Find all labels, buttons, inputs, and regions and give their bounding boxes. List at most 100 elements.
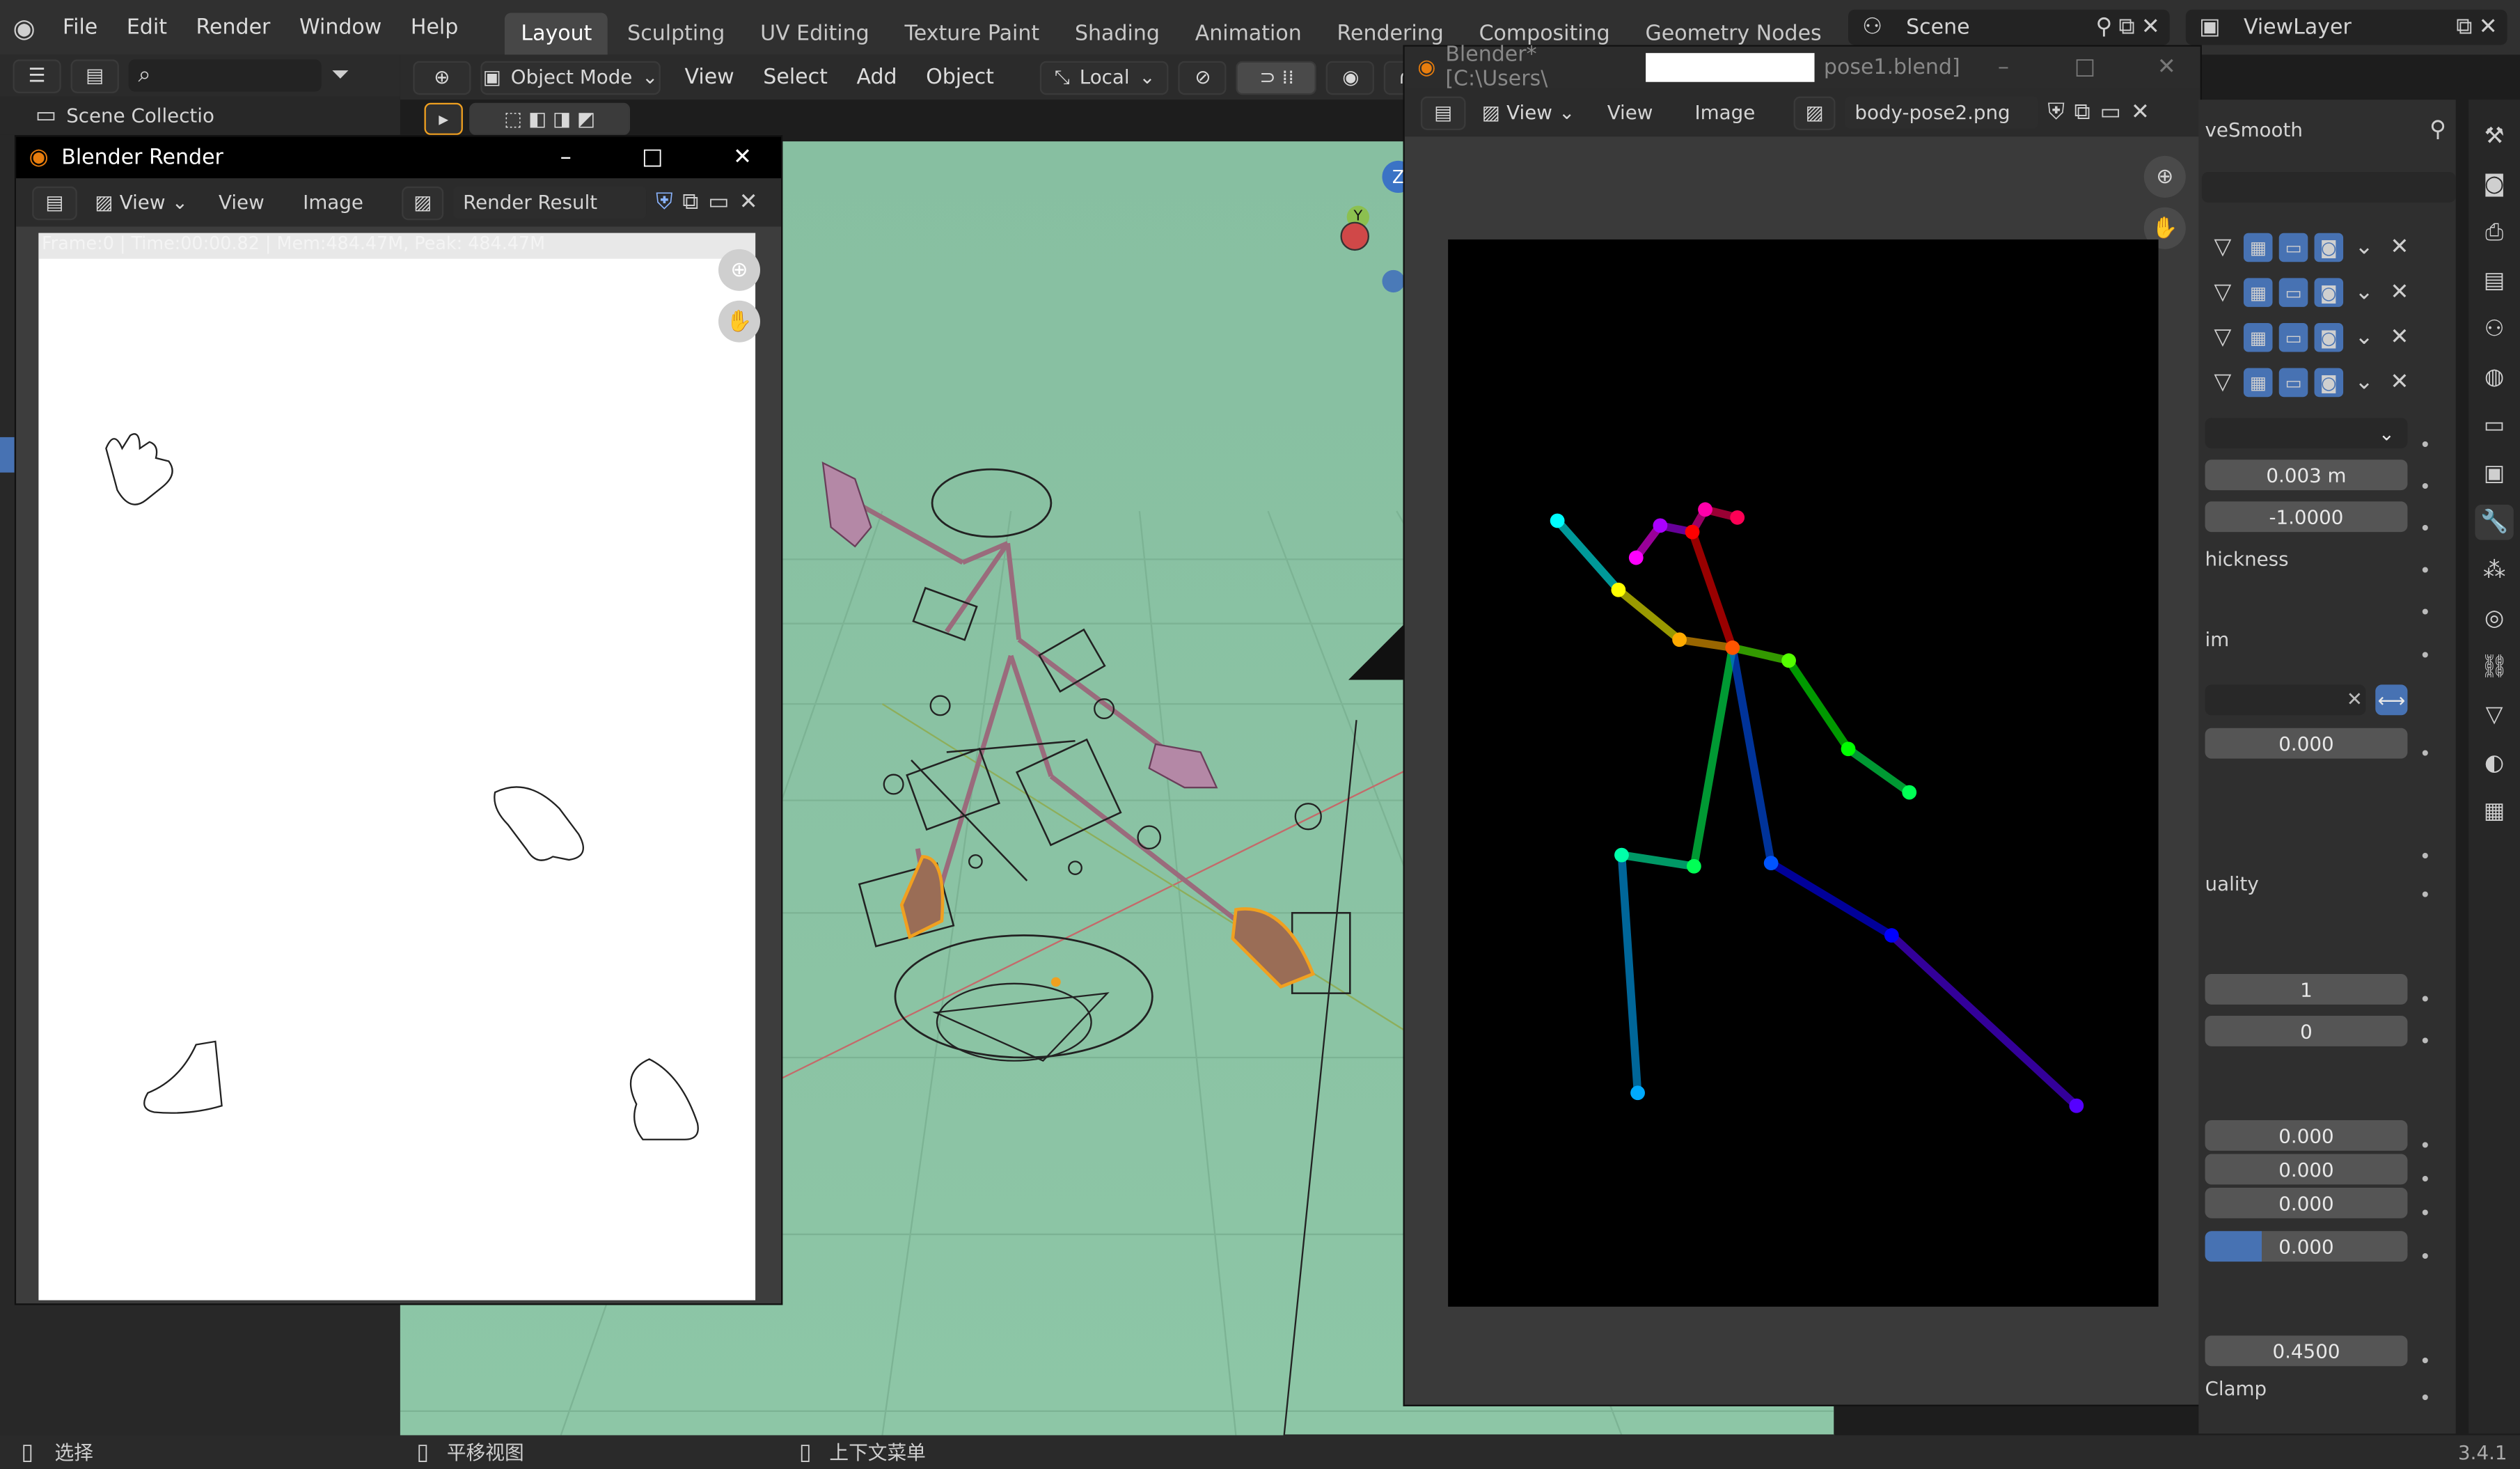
chevron-down-icon[interactable]: ⌄: [2349, 323, 2379, 352]
material-icon[interactable]: ◐: [2475, 746, 2513, 781]
close-icon[interactable]: ✕: [2385, 368, 2414, 398]
pose-joint-lhip: [1763, 856, 1779, 871]
field-7[interactable]: 0.000: [2205, 1154, 2408, 1185]
display-icon[interactable]: ▭: [2278, 278, 2308, 307]
pose-limb: [1614, 586, 1684, 644]
keyframe-dot[interactable]: •: [2417, 559, 2433, 581]
chevron-down-icon[interactable]: ⌄: [2349, 233, 2379, 262]
field-1[interactable]: 0.003 m: [2205, 459, 2408, 491]
keyframe-dot[interactable]: •: [2417, 1030, 2433, 1053]
pose-limb: [1553, 517, 1623, 594]
status-select: 选择: [54, 1441, 93, 1465]
data-icon[interactable]: ▽: [2475, 698, 2513, 733]
label-quality: uality: [2205, 872, 2259, 895]
object-icon[interactable]: ▣: [2475, 457, 2513, 492]
pose-joint-rwri: [1550, 513, 1565, 528]
keyframe-dot[interactable]: •: [2417, 517, 2433, 540]
render-icon[interactable]: ◙: [2475, 167, 2513, 203]
editmode-icon[interactable]: ▦: [2243, 278, 2273, 307]
clear-icon[interactable]: ✕: [2347, 688, 2363, 710]
vertex-group-field[interactable]: [2205, 684, 2366, 716]
field-6[interactable]: 0.000: [2205, 1120, 2408, 1151]
pose-limb: [1844, 744, 1914, 796]
editmode-icon[interactable]: ▦: [2243, 368, 2273, 398]
pose-limb: [1784, 657, 1852, 753]
field-5[interactable]: 0: [2205, 1015, 2408, 1046]
keyframe-dot[interactable]: •: [2417, 1168, 2433, 1191]
keyframe-dot[interactable]: •: [2417, 601, 2433, 623]
pose-joint-neck: [1725, 640, 1740, 655]
label-thickness: hickness: [2205, 548, 2289, 571]
pose-limb: [1690, 643, 1737, 871]
display-icon[interactable]: ▭: [2278, 323, 2308, 352]
display-icon[interactable]: ▭: [2278, 368, 2308, 398]
keyframe-dot[interactable]: •: [2417, 645, 2433, 667]
editmode-icon[interactable]: ▦: [2243, 233, 2273, 262]
keyframe-dot[interactable]: •: [2417, 845, 2433, 867]
pose-joint-rank: [1630, 1085, 1645, 1101]
close-icon[interactable]: ✕: [2385, 323, 2414, 352]
filter-icon[interactable]: ▽: [2208, 368, 2237, 398]
close-icon[interactable]: ✕: [2385, 278, 2414, 307]
filter-icon[interactable]: ▽: [2208, 233, 2237, 262]
collection-icon[interactable]: ▭: [2475, 408, 2513, 443]
dropdown-field[interactable]: ⌄: [2205, 418, 2408, 449]
keyframe-dot[interactable]: •: [2417, 989, 2433, 1011]
keyframe-dot[interactable]: •: [2417, 434, 2433, 456]
physics-icon[interactable]: ◎: [2475, 601, 2513, 636]
chevron-down-icon[interactable]: ⌄: [2349, 368, 2379, 398]
pose-joint-rhip: [1686, 858, 1701, 874]
status-bar: ▯ 选择 ▯ 平移视图 ▯ 上下文菜单 3.4.1: [0, 1435, 2520, 1469]
particles-icon[interactable]: ⁂: [2475, 553, 2513, 588]
invert-icon[interactable]: ⟷: [2375, 684, 2408, 716]
pose-joint-rkne: [1614, 847, 1629, 863]
render-icon[interactable]: ◙: [2314, 278, 2344, 307]
keyframe-dot[interactable]: •: [2417, 1246, 2433, 1268]
field-9[interactable]: 0.000: [2205, 1231, 2408, 1262]
keyframe-dot[interactable]: •: [2417, 884, 2433, 906]
display-icon[interactable]: ▭: [2278, 233, 2308, 262]
label-clamp: Clamp: [2205, 1377, 2267, 1400]
scene-icon[interactable]: ⚇: [2475, 312, 2513, 347]
version-label: 3.4.1: [2458, 1440, 2507, 1463]
filter-icon[interactable]: ▽: [2208, 278, 2237, 307]
pose-joint-lear: [1730, 510, 1745, 525]
pose-limbs: [1553, 505, 2081, 1110]
field-10[interactable]: 0.4500: [2205, 1335, 2408, 1367]
modifier-name: veSmooth: [2205, 118, 2303, 142]
keyframe-dot[interactable]: •: [2417, 1387, 2433, 1409]
chevron-down-icon[interactable]: ⌄: [2349, 278, 2379, 307]
field-8[interactable]: 0.000: [2205, 1187, 2408, 1218]
render-icon[interactable]: ◙: [2314, 368, 2344, 398]
world-icon[interactable]: ◍: [2475, 360, 2513, 395]
modifier-icon[interactable]: 🔧: [2475, 504, 2514, 540]
pose-joint-reye: [1653, 518, 1668, 533]
texture-icon[interactable]: ▦: [2475, 794, 2513, 829]
status-pan: 平移视图: [446, 1441, 524, 1465]
editmode-icon[interactable]: ▦: [2243, 323, 2273, 352]
pose-joint-lkne: [1884, 928, 1899, 943]
render-icon[interactable]: ◙: [2314, 323, 2344, 352]
field-2[interactable]: -1.0000: [2205, 501, 2408, 533]
view-layer-icon[interactable]: ▤: [2475, 264, 2513, 299]
filter-icon[interactable]: ▽: [2208, 323, 2237, 352]
constraints-icon[interactable]: ⛓: [2475, 650, 2513, 685]
openpose-skeleton: [1550, 502, 2084, 1113]
label-im: im: [2205, 628, 2230, 651]
field-4[interactable]: 1: [2205, 973, 2408, 1005]
keyframe-dot[interactable]: •: [2417, 1202, 2433, 1225]
keyframe-dot[interactable]: •: [2417, 1135, 2433, 1157]
mouse-middle-icon: ▯: [416, 1439, 430, 1466]
render-icon[interactable]: ◙: [2314, 233, 2344, 262]
keyframe-dot[interactable]: •: [2417, 743, 2433, 765]
tool-icon[interactable]: ⚒: [2475, 119, 2513, 155]
output-icon[interactable]: ⎙: [2475, 215, 2513, 251]
field-3[interactable]: 0.000: [2205, 728, 2408, 759]
close-icon[interactable]: ✕: [2385, 233, 2414, 262]
pose-limb: [1887, 931, 2081, 1110]
keyframe-dot[interactable]: •: [2417, 476, 2433, 498]
keyframe-dots: • • • • • • • • • • • • • • • • •: [2417, 100, 2436, 1433]
pose-limb: [1688, 528, 1737, 652]
properties-tabs: ⚒ ◙ ⎙ ▤ ⚇ ◍ ▭ ▣ 🔧 ⁂ ◎ ⛓ ▽ ◐ ▦: [2468, 100, 2520, 1434]
keyframe-dot[interactable]: •: [2417, 1350, 2433, 1372]
